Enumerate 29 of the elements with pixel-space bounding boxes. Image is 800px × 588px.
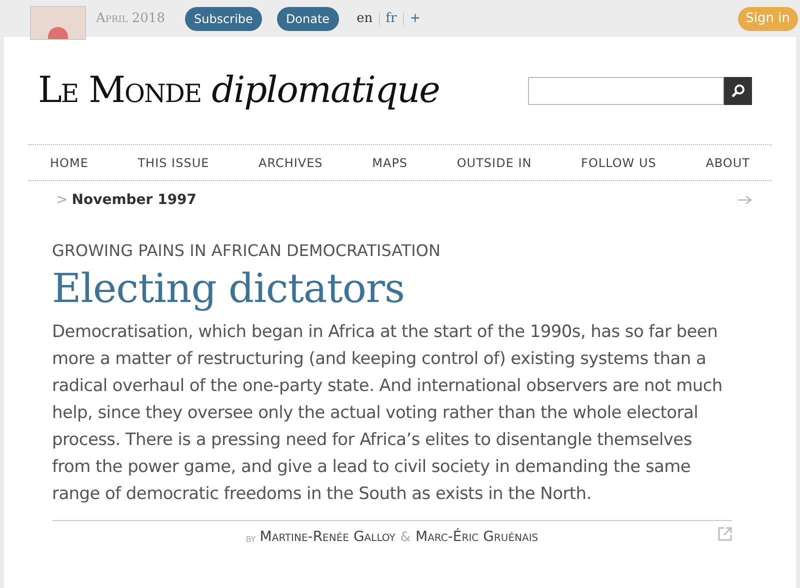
donate-button[interactable]: Donate	[276, 6, 339, 30]
breadcrumb-separator: >	[56, 190, 68, 210]
breadcrumb-link[interactable]: November 1997	[72, 190, 197, 210]
language-link[interactable]: fr	[386, 8, 397, 28]
language-link[interactable]: +	[410, 8, 421, 28]
nav-link[interactable]: MAPS	[372, 154, 408, 172]
nav-link[interactable]: OUTSIDE IN	[456, 154, 532, 172]
nav-link[interactable]: FOLLOW US	[581, 154, 656, 172]
author-link[interactable]: Martine-Renée Galloy	[260, 527, 396, 548]
nav-link[interactable]: ABOUT	[706, 154, 750, 172]
search-field[interactable]	[528, 76, 724, 104]
byline-ampersand: &	[400, 528, 410, 547]
external-link-icon[interactable]	[718, 527, 732, 541]
search-button[interactable]	[724, 76, 752, 104]
magazine-cover-thumbnail[interactable]	[30, 6, 86, 40]
article-lead: Democratisation, which began in Africa at the start of the 1990s, has so far been more a matter of restructuring (and keeping control of) existing systems than a radical overhaul of the one-party state. And international observers are not much help, since they oversee only the actual voting rather than the whole electoral process. There is a pressing need for Africa’s elites to disentangle themselves from the power game, and give a lead to civil society in demanding the same range of democratic freedoms in the South as exists in the North.	[52, 321, 724, 506]
author-link[interactable]: Marc-Éric Gruénais	[416, 527, 538, 548]
article-kicker: GROWING PAINS IN AFRICAN DEMOCRATISATION	[52, 240, 442, 262]
site-logo[interactable]: Le Monde diplomatique	[38, 64, 440, 118]
language-link[interactable]: en	[356, 8, 373, 28]
nav-link[interactable]: HOME	[50, 154, 88, 172]
subscribe-button[interactable]: Subscribe	[184, 6, 262, 30]
article-title: Electing dictators	[52, 265, 406, 314]
nav-link[interactable]: THIS ISSUE	[138, 154, 210, 172]
cover-emblem-icon	[48, 27, 68, 39]
byline-prefix: by	[246, 530, 256, 546]
arrow-right-icon[interactable]	[738, 195, 752, 205]
nav-link[interactable]: ARCHIVES	[258, 154, 323, 172]
search-icon	[731, 84, 745, 98]
